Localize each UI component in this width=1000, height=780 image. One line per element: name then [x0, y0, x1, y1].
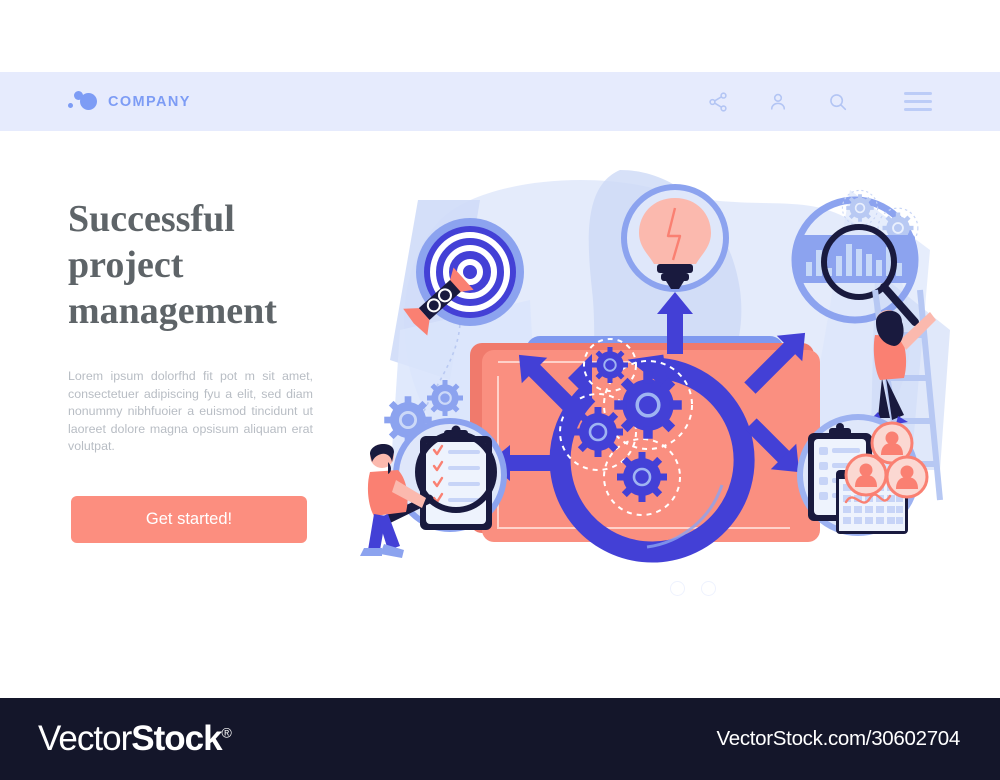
lightbulb-idea-icon: [621, 184, 729, 292]
hero-copy: Successful project management Lorem ipsu…: [68, 196, 328, 456]
brand-logo[interactable]: COMPANY: [68, 90, 191, 113]
get-started-button[interactable]: Get started!: [71, 496, 307, 543]
carousel-dot-2[interactable]: [701, 581, 716, 596]
share-icon[interactable]: [688, 91, 748, 113]
hamburger-menu-icon[interactable]: [904, 92, 932, 111]
site-header: COMPANY: [0, 72, 1000, 131]
vectorstock-logo: VectorStock®: [38, 719, 232, 759]
bubbles-logo-icon: [68, 90, 98, 113]
user-account-icon[interactable]: [748, 91, 808, 113]
carousel-dot-1[interactable]: [670, 581, 685, 596]
brand-name: COMPANY: [108, 93, 191, 110]
vectorstock-logo-part2: Stock: [131, 719, 222, 758]
vectorstock-logo-part1: Vector: [38, 719, 132, 758]
vectorstock-url: VectorStock.com/30602704: [716, 727, 960, 750]
search-icon[interactable]: [808, 91, 868, 113]
header-actions: [688, 91, 932, 113]
registered-mark-icon: ®: [221, 724, 232, 741]
watermark-bar: VectorStock® VectorStock.com/30602704: [0, 698, 1000, 780]
carousel-dots: [670, 581, 716, 596]
hero-paragraph: Lorem ipsum dolorfhd fit pot m sit amet,…: [68, 369, 313, 453]
hero-illustration: [330, 150, 970, 580]
decorative-gear-left-2: [427, 380, 463, 416]
page-root: COMPANY Successful project management Lo…: [0, 0, 1000, 780]
page-title: Successful project management: [68, 198, 277, 332]
